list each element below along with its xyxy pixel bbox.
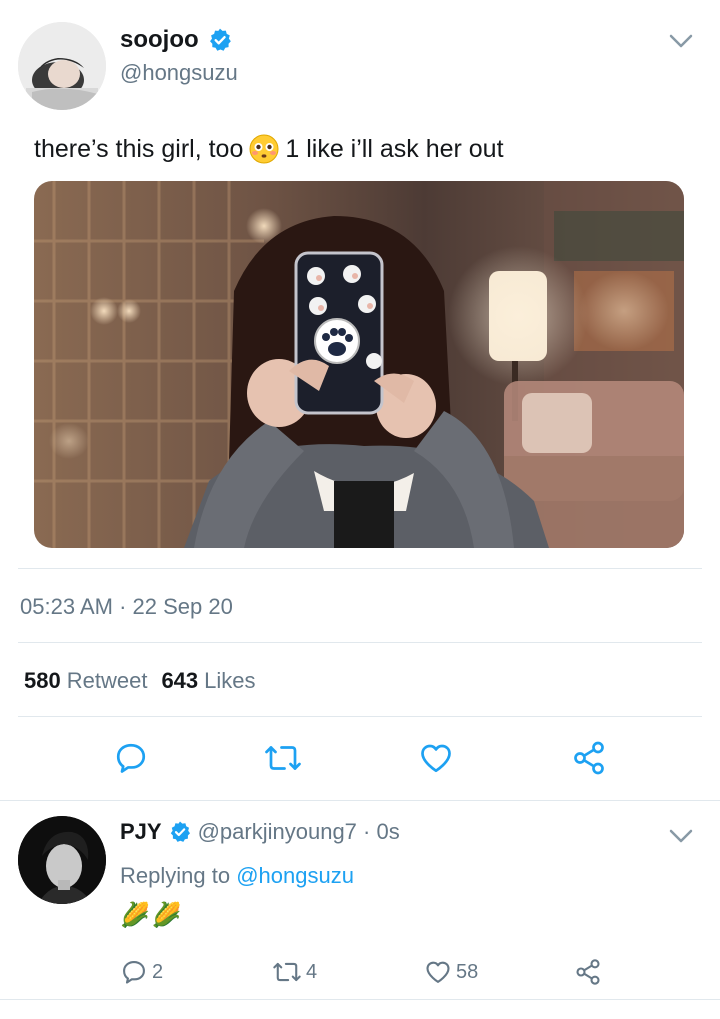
divider-1 [18,568,702,569]
reply-tweet: PJY @parkjinyoung7 · 0s Replying to @hon… [0,801,720,1001]
tweet-photo[interactable] [34,181,684,548]
author-avatar[interactable] [18,22,106,110]
heart-icon [426,961,450,983]
likes-label: Likes [204,668,256,693]
reply-header: PJY @parkjinyoung7 · 0s [120,819,400,845]
replying-prefix: Replying to [120,863,231,888]
likes-count: 643 [161,668,199,693]
retweet-icon [265,746,301,770]
reply-body: 🌽🌽 [120,902,184,929]
bottom-divider [0,999,720,1000]
reply-author-avatar[interactable] [18,816,106,904]
flushed-face-emoji-icon [249,134,279,164]
reply-icon [123,961,145,984]
like-button[interactable] [416,735,456,781]
retweet-icon [273,962,301,982]
replying-handle-link[interactable]: @hongsuzu [236,863,354,888]
reply-retweet-button[interactable]: 4 [272,957,317,987]
reply-retweet-count: 4 [306,960,318,983]
reply-handle-time[interactable]: @parkjinyoung7 · 0s [198,819,400,845]
author-name-row: soojoo [120,26,233,54]
reply-like-count: 58 [456,960,479,983]
share-button[interactable] [569,735,609,781]
reply-button[interactable] [111,735,151,781]
reply-reply-button[interactable]: 2 [120,957,163,987]
tweet-action-bar [0,735,720,781]
replying-to: Replying to @hongsuzu [120,863,354,889]
tweet-timestamp[interactable]: 05:23 AM · 22 Sep 20 [20,594,233,620]
author-handle[interactable]: @hongsuzu [120,60,238,86]
divider-3 [18,716,702,717]
tweet-stats: 580 Retweet 643 Likes [24,668,256,694]
reply-reply-count: 2 [152,960,164,983]
verified-badge-icon [170,821,190,842]
chevron-down-icon[interactable] [668,32,694,50]
reply-display-name[interactable]: PJY [120,819,162,845]
tweet-text-part-1: there’s this girl, too [34,134,244,163]
heart-icon [421,744,451,773]
retweet-label: Retweet [66,668,148,693]
author-display-name[interactable]: soojoo [120,26,199,54]
retweet-stat[interactable]: 580 Retweet [24,668,147,694]
reply-share-button[interactable] [574,957,602,987]
divider-2 [18,642,702,643]
main-tweet: soojoo @hongsuzu there’s this girl, too … [0,0,720,800]
reply-like-button[interactable]: 58 [424,957,478,987]
reply-icon [116,743,146,773]
chevron-down-icon[interactable] [668,827,694,845]
tweet-text-part-2: 1 like i’ll ask her out [285,134,504,163]
verified-badge-icon [209,28,231,51]
retweet-count: 580 [24,668,61,693]
share-icon [576,959,600,985]
likes-stat[interactable]: 643 Likes [161,668,255,694]
tweet-text: there’s this girl, too 1 like i’ll ask h… [34,134,504,164]
retweet-button[interactable] [263,735,303,781]
share-icon [574,741,604,775]
reply-action-bar: 2 4 58 [0,957,720,987]
